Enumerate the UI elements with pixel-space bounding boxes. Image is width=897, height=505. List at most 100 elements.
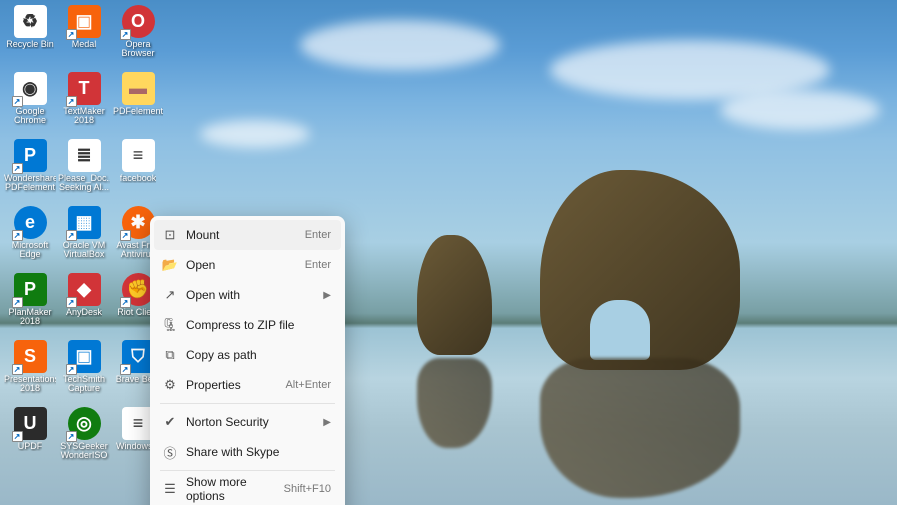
menu-item[interactable]: ⓈShare with Skype (154, 437, 341, 467)
shortcut-overlay-icon: ↗ (66, 364, 77, 375)
menu-item-label: Show more options (186, 475, 284, 503)
desktop-icon-label: Presentations 2018 (4, 375, 56, 394)
wallpaper-reflection (417, 358, 492, 448)
menu-item-icon: ☰ (160, 481, 180, 497)
desktop-icon-label: SYSGeeker WonderISO (58, 442, 110, 461)
menu-item-label: Open with (186, 288, 323, 302)
desktop-icon[interactable]: P↗ Wondershare PDFelement (4, 138, 56, 203)
menu-item-label: Copy as path (186, 348, 331, 362)
app-icon: ▣↗ (68, 5, 101, 38)
desktop-icon-label: TextMaker 2018 (58, 107, 110, 126)
desktop-icon[interactable]: ▦↗ Oracle VM VirtualBox (58, 205, 110, 270)
desktop-icon[interactable]: e↗ Microsoft Edge (4, 205, 56, 270)
desktop-icon-label: Opera Browser (112, 40, 164, 59)
menu-item-label: Norton Security (186, 415, 323, 429)
desktop-icon-label: facebook (120, 174, 157, 183)
chevron-right-icon: ▶ (323, 417, 331, 428)
menu-item-icon: Ⓢ (160, 443, 180, 462)
app-icon: O↗ (122, 5, 155, 38)
shortcut-overlay-icon: ↗ (120, 364, 131, 375)
chevron-right-icon: ▶ (323, 290, 331, 301)
desktop-icon[interactable]: ◎↗ SYSGeeker WonderISO (58, 406, 110, 471)
menu-item-icon: ⧉ (160, 347, 180, 363)
app-icon: S↗ (14, 340, 47, 373)
desktop-icon-label: Please_Doc... Seeking Al... (58, 174, 110, 193)
menu-separator (160, 470, 335, 471)
menu-item-accelerator: Enter (305, 229, 331, 241)
app-icon: ▣↗ (68, 340, 101, 373)
cloud-decoration (300, 20, 500, 70)
menu-item[interactable]: ↗ Open with▶ (154, 280, 341, 310)
menu-item-icon: 🗜 (160, 317, 180, 333)
desktop[interactable]: ♻Recycle Bin ▣↗ Medal O↗ Opera Browser ◉↗ Goog… (0, 0, 897, 505)
desktop-icon-label: AnyDesk (66, 308, 102, 317)
menu-item-label: Properties (186, 378, 285, 392)
desktop-icon[interactable]: O↗ Opera Browser (112, 4, 164, 69)
desktop-icon[interactable]: ◆↗ AnyDesk (58, 272, 110, 337)
menu-item[interactable]: ⚙PropertiesAlt+Enter (154, 370, 341, 400)
menu-item-icon: ↗ (160, 287, 180, 303)
context-menu: ⊡MountEnter📂OpenEnter↗Open with▶🗜Compres… (150, 216, 345, 505)
shortcut-overlay-icon: ↗ (66, 230, 77, 241)
desktop-icon[interactable]: P↗ PlanMaker 2018 (4, 272, 56, 337)
cloud-decoration (200, 120, 310, 148)
app-icon: ▬ (122, 72, 155, 105)
wallpaper-reflection (540, 358, 740, 498)
shortcut-overlay-icon: ↗ (120, 230, 131, 241)
desktop-icon-label: Microsoft Edge (4, 241, 56, 260)
menu-item-icon: ✔ (160, 414, 180, 430)
shortcut-overlay-icon: ↗ (12, 431, 23, 442)
desktop-icon-label: PDFelement (113, 107, 163, 116)
desktop-icon[interactable]: ▣↗ Medal (58, 4, 110, 69)
menu-item[interactable]: 🗜Compress to ZIP file (154, 310, 341, 340)
menu-item[interactable]: ✔ Norton Security▶ (154, 407, 341, 437)
app-icon: P↗ (14, 139, 47, 172)
shortcut-overlay-icon: ↗ (120, 29, 131, 40)
menu-item[interactable]: ⊡MountEnter (154, 220, 341, 250)
desktop-icon[interactable]: S↗ Presentations 2018 (4, 339, 56, 404)
desktop-icon[interactable]: ≣ Please_Doc... Seeking Al... (58, 138, 110, 203)
desktop-icon-label: PlanMaker 2018 (4, 308, 56, 327)
menu-separator (160, 403, 335, 404)
app-icon: ≣ (68, 139, 101, 172)
desktop-icon-label: Google Chrome (4, 107, 56, 126)
desktop-icon[interactable]: ◉↗ Google Chrome (4, 71, 56, 136)
menu-item-accelerator: Shift+F10 (284, 483, 331, 495)
app-icon: ▦↗ (68, 206, 101, 239)
menu-item[interactable]: ☰ Show more optionsShift+F10 (154, 474, 341, 504)
desktop-icon-label: UPDF (18, 442, 43, 451)
desktop-icons-grid: ♻Recycle Bin ▣↗ Medal O↗ Opera Browser ◉↗ Goog… (4, 4, 164, 471)
app-icon: P↗ (14, 273, 47, 306)
shortcut-overlay-icon: ↗ (66, 431, 77, 442)
shortcut-overlay-icon: ↗ (12, 364, 23, 375)
app-icon: ♻ (14, 5, 47, 38)
app-icon: e↗ (14, 206, 47, 239)
desktop-icon-label: TechSmith Capture (58, 375, 110, 394)
desktop-icon[interactable]: ≡ facebook (112, 138, 164, 203)
desktop-icon[interactable]: U↗ UPDF (4, 406, 56, 471)
shortcut-overlay-icon: ↗ (66, 297, 77, 308)
desktop-icon-label: Oracle VM VirtualBox (58, 241, 110, 260)
desktop-icon-label: Medal (72, 40, 97, 49)
wallpaper-rock (417, 235, 492, 355)
menu-item-icon: 📂 (160, 257, 180, 273)
shortcut-overlay-icon: ↗ (12, 163, 23, 174)
app-icon: ◆↗ (68, 273, 101, 306)
menu-item-label: Mount (186, 228, 305, 242)
desktop-icon[interactable]: T↗TextMaker 2018 (58, 71, 110, 136)
desktop-icon[interactable]: ▬ PDFelement (112, 71, 164, 136)
app-icon: ◉↗ (14, 72, 47, 105)
menu-item[interactable]: ⧉ Copy as path (154, 340, 341, 370)
menu-item-label: Open (186, 258, 305, 272)
shortcut-overlay-icon: ↗ (66, 96, 77, 107)
desktop-icon-label: Wondershare PDFelement (4, 174, 56, 193)
menu-item[interactable]: 📂OpenEnter (154, 250, 341, 280)
desktop-icon[interactable]: ▣↗ TechSmith Capture (58, 339, 110, 404)
shortcut-overlay-icon: ↗ (12, 230, 23, 241)
desktop-icon[interactable]: ♻Recycle Bin (4, 4, 56, 69)
shortcut-overlay-icon: ↗ (12, 297, 23, 308)
app-icon: U↗ (14, 407, 47, 440)
menu-item-accelerator: Alt+Enter (285, 379, 331, 391)
app-icon: ◎↗ (68, 407, 101, 440)
app-icon: ≡ (122, 139, 155, 172)
